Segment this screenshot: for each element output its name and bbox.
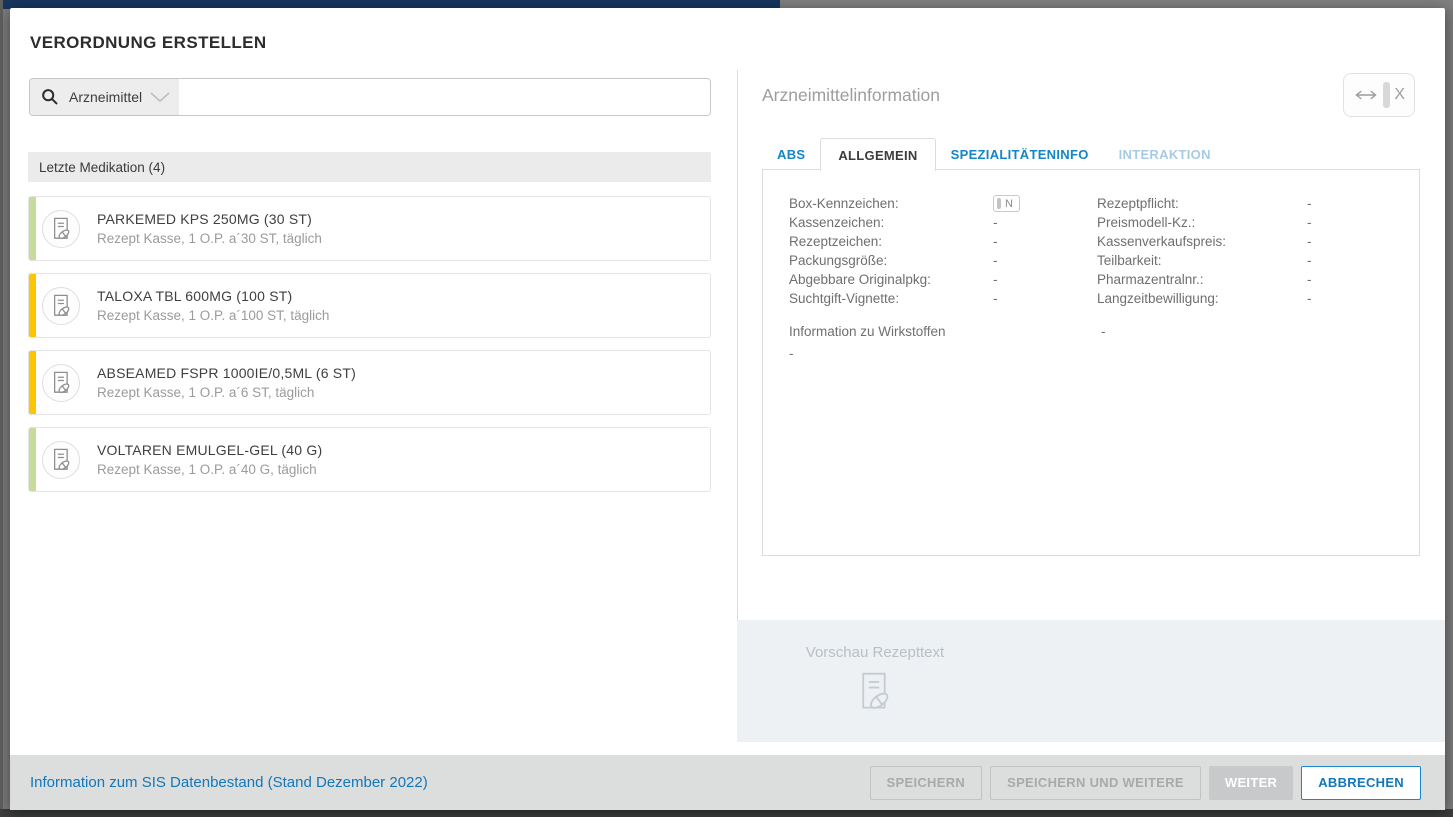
chevron-down-icon	[149, 92, 171, 103]
field-value: -	[993, 272, 998, 287]
tab[interactable]: ALLGEMEIN	[820, 138, 935, 171]
footer-buttons: SPEICHERN SPEICHERN UND WEITERE WEITER A…	[870, 766, 1421, 800]
expand-panel-button[interactable]	[1353, 88, 1379, 102]
field-label: Langzeitbewilligung:	[1097, 289, 1226, 308]
verordnung-dialog: VERORDNUNG ERSTELLEN Arzneimittel Letzte…	[10, 8, 1445, 810]
sis-info-link[interactable]: Information zum SIS Datenbestand (Stand …	[30, 774, 428, 791]
field-labels-left: Box-Kennzeichen:Kassenzeichen:Rezeptzeic…	[789, 194, 931, 308]
field-value: -	[993, 253, 998, 268]
field-value: -	[1307, 215, 1312, 230]
tab[interactable]: SPEZIALITÄTENINFO	[936, 138, 1104, 171]
close-panel-button[interactable]: X	[1394, 86, 1405, 104]
medication-name: TALOXA TBL 600MG (100 ST)	[97, 288, 329, 304]
footer-button[interactable]: SPEICHERN	[870, 766, 983, 800]
status-accent	[29, 274, 36, 337]
field-label: Pharmazentralnr.:	[1097, 270, 1226, 289]
field-value: -	[993, 234, 998, 249]
page-title: VERORDNUNG ERSTELLEN	[30, 33, 267, 53]
field-label: Kassenverkaufspreis:	[1097, 232, 1226, 251]
field-label: Box-Kennzeichen:	[789, 194, 931, 213]
field-labels-right: Rezeptpflicht:Preismodell-Kz.:Kassenverk…	[1097, 194, 1226, 308]
field-label: Abgebbare Originalpkg:	[789, 270, 931, 289]
status-accent	[29, 428, 36, 491]
medication-item[interactable]: PARKEMED KPS 250MG (30 ST) Rezept Kasse,…	[28, 196, 711, 261]
prescription-icon	[795, 670, 955, 717]
medication-details: Rezept Kasse, 1 O.P. a´40 G, täglich	[97, 462, 322, 477]
panel-controls: X	[1343, 73, 1415, 117]
field-value: -	[1307, 234, 1312, 249]
search-input[interactable]	[179, 79, 710, 115]
field-value: -	[993, 291, 998, 306]
tab-label: ABS	[777, 147, 805, 162]
search-icon	[41, 88, 59, 106]
prescription-icon	[42, 287, 80, 325]
wirkstoffe-value2: -	[789, 346, 794, 361]
prescription-icon	[42, 364, 80, 402]
status-accent	[29, 351, 36, 414]
field-label: Teilbarkeit:	[1097, 251, 1226, 270]
footer-button[interactable]: ABBRECHEN	[1301, 766, 1421, 800]
medication-details: Rezept Kasse, 1 O.P. a´30 ST, täglich	[97, 231, 322, 246]
footer-button[interactable]: WEITER	[1209, 766, 1293, 800]
field-value: -	[1307, 196, 1312, 211]
search-category-dropdown[interactable]: Arzneimittel	[30, 79, 179, 115]
tab[interactable]: INTERAKTION	[1104, 138, 1226, 171]
status-accent	[29, 197, 36, 260]
field-value: -	[993, 215, 998, 230]
panel-title: Arzneimittelinformation	[762, 85, 940, 106]
wirkstoffe-label: Information zu Wirkstoffen	[789, 324, 946, 339]
search-bar: Arzneimittel	[29, 78, 711, 116]
medication-details: Rezept Kasse, 1 O.P. a´6 ST, täglich	[97, 385, 356, 400]
medication-name: VOLTAREN EMULGEL-GEL (40 G)	[97, 442, 322, 458]
last-medication-header: Letzte Medikation (4)	[28, 152, 711, 182]
controls-divider	[1383, 82, 1390, 108]
field-value: -	[1307, 291, 1312, 306]
search-category-label: Arzneimittel	[69, 89, 142, 105]
medication-name: ABSEAMED FSPR 1000IE/0,5ML (6 ST)	[97, 365, 356, 381]
medication-name: PARKEMED KPS 250MG (30 ST)	[97, 211, 322, 227]
background-bottom	[0, 809, 1453, 817]
info-tabs: ABS ALLGEMEIN SPEZIALITÄTENINFO INTERAKT…	[762, 138, 1226, 171]
tab-label: INTERAKTION	[1119, 147, 1211, 162]
footer-button-label: SPEICHERN	[887, 775, 966, 790]
info-content: Box-Kennzeichen:Kassenzeichen:Rezeptzeic…	[762, 169, 1420, 556]
tab-label: ALLGEMEIN	[838, 148, 917, 163]
field-value: -	[1307, 253, 1312, 268]
left-right-arrow-icon	[1353, 88, 1379, 102]
footer-bar: Information zum SIS Datenbestand (Stand …	[10, 755, 1445, 810]
field-value: N	[993, 195, 1020, 212]
medication-details: Rezept Kasse, 1 O.P. a´100 ST, täglich	[97, 308, 329, 323]
prescription-icon	[42, 210, 80, 248]
tab[interactable]: ABS	[762, 138, 820, 171]
footer-button-label: SPEICHERN UND WEITERE	[1007, 775, 1184, 790]
footer-button[interactable]: SPEICHERN UND WEITERE	[990, 766, 1201, 800]
medication-item[interactable]: TALOXA TBL 600MG (100 ST) Rezept Kasse, …	[28, 273, 711, 338]
prescription-icon	[42, 441, 80, 479]
footer-button-label: WEITER	[1225, 775, 1277, 790]
field-label: Suchtgift-Vignette:	[789, 289, 931, 308]
background-edge	[0, 0, 3, 817]
medication-list: PARKEMED KPS 250MG (30 ST) Rezept Kasse,…	[28, 196, 711, 504]
field-label: Packungsgröße:	[789, 251, 931, 270]
preview-section: Vorschau Rezepttext	[737, 620, 1445, 742]
field-value: -	[1307, 272, 1312, 287]
field-label: Rezeptzeichen:	[789, 232, 931, 251]
preview-title: Vorschau Rezepttext	[795, 644, 955, 661]
medication-item[interactable]: ABSEAMED FSPR 1000IE/0,5ML (6 ST) Rezept…	[28, 350, 711, 415]
tab-label: SPEZIALITÄTENINFO	[951, 147, 1089, 162]
medication-item[interactable]: VOLTAREN EMULGEL-GEL (40 G) Rezept Kasse…	[28, 427, 711, 492]
field-values-left: N - - - - -	[993, 194, 1020, 308]
field-label: Preismodell-Kz.:	[1097, 213, 1226, 232]
field-label: Rezeptpflicht:	[1097, 194, 1226, 213]
wirkstoffe-value: -	[1101, 324, 1106, 339]
field-label: Kassenzeichen:	[789, 213, 931, 232]
footer-button-label: ABBRECHEN	[1318, 775, 1404, 790]
field-values-right: - - - - - -	[1307, 194, 1312, 308]
